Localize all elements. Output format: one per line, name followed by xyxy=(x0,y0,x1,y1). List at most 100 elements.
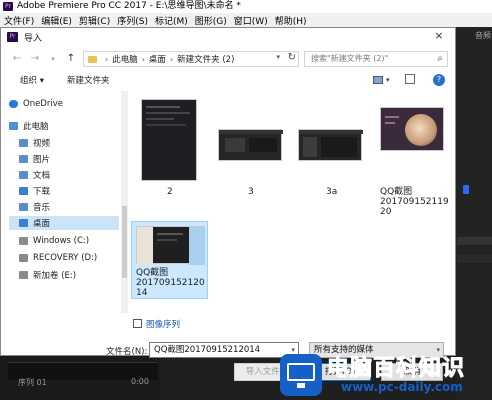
filename-field[interactable]: QQ截图20170915212014 ▾ xyxy=(149,342,299,358)
file-item[interactable]: QQ截图 201709152119 20 xyxy=(380,99,449,219)
file-item[interactable]: 3a xyxy=(298,99,364,199)
dialog-titlebar: Pr 导入 xyxy=(7,31,43,44)
menu-window[interactable]: 窗口(W) xyxy=(234,14,268,27)
file-name-line: QQ截图 xyxy=(136,268,169,278)
sidebar-item-desktop[interactable]: 桌面 xyxy=(9,216,119,230)
chevron-right-icon[interactable]: › xyxy=(105,55,108,64)
file-thumbnail xyxy=(136,226,205,265)
file-name-line: QQ截图 xyxy=(380,187,413,197)
navigation-bar: ← → ▾ ↑ › 此电脑 › 桌面 › 新建文件夹 (2) ▾ ↻ 搜索"新建… xyxy=(1,48,457,70)
preview-pane-icon[interactable] xyxy=(405,74,415,84)
folder-icon xyxy=(88,55,97,63)
sidebar-item-label: 文档 xyxy=(33,171,51,181)
refresh-icon[interactable]: ↻ xyxy=(288,52,296,63)
sidebar-item-label: OneDrive xyxy=(23,99,63,109)
chevron-down-icon[interactable]: ▾ xyxy=(276,53,280,61)
playhead-marker[interactable] xyxy=(463,185,469,194)
sidebar-item-label: 音乐 xyxy=(33,203,51,213)
drive-icon xyxy=(19,271,28,279)
sidebar-item-drive-e[interactable]: 新加卷 (E:) xyxy=(9,268,119,282)
search-icon[interactable]: ⌕ xyxy=(437,52,443,66)
filename-label: 文件名(N): xyxy=(106,347,148,357)
file-name-line: 201709152119 xyxy=(380,197,449,207)
dialog-title: 导入 xyxy=(24,33,43,44)
import-dialog: Pr 导入 × ← → ▾ ↑ › 此电脑 › 桌面 › 新建文件夹 (2) ▾… xyxy=(0,27,457,381)
timeline-track xyxy=(457,255,492,263)
image-sequence-label[interactable]: 图像序列 xyxy=(146,318,180,330)
audio-panel-label[interactable]: 音频 xyxy=(475,30,491,41)
sidebar-item-drive-d[interactable]: RECOVERY (D:) xyxy=(9,251,119,265)
organize-button[interactable]: 组织 ▾ xyxy=(20,74,44,86)
new-folder-button[interactable]: 新建文件夹 xyxy=(67,74,110,86)
file-item[interactable]: 3 xyxy=(218,99,284,199)
sidebar-item-documents[interactable]: 文档 xyxy=(9,168,119,182)
file-thumbnail xyxy=(380,107,444,151)
premiere-logo-icon: Pr xyxy=(7,32,18,42)
watermark-title: 电脑百科知识 xyxy=(326,355,466,381)
file-item[interactable]: 2 xyxy=(141,99,199,199)
premiere-titlebar: Pr Adobe Premiere Pro CC 2017 - E:\思维导图\… xyxy=(0,0,492,13)
sidebar-item-label: Windows (C:) xyxy=(33,236,90,246)
download-folder-icon xyxy=(19,187,28,195)
breadcrumb-this-pc[interactable]: 此电脑 xyxy=(112,53,138,65)
menu-file[interactable]: 文件(F) xyxy=(4,14,34,27)
breadcrumb-desktop[interactable]: 桌面 xyxy=(149,53,166,65)
monitor-logo-icon xyxy=(280,354,322,396)
sidebar-item-videos[interactable]: 视频 xyxy=(9,136,119,150)
view-options-button[interactable]: ▾ xyxy=(373,74,395,86)
file-thumbnail xyxy=(298,129,363,161)
sidebar-item-drive-c[interactable]: Windows (C:) xyxy=(9,234,119,248)
sidebar-item-this-pc[interactable]: 此电脑 xyxy=(9,119,119,133)
watermark: 电脑百科知识 www.pc-daily.com xyxy=(280,350,492,400)
music-folder-icon xyxy=(19,203,28,211)
sidebar-item-label: 新加卷 (E:) xyxy=(33,271,77,281)
close-icon[interactable]: × xyxy=(433,30,445,42)
chevron-right-icon[interactable]: › xyxy=(170,55,173,64)
video-folder-icon xyxy=(19,139,28,147)
chevron-down-icon[interactable]: ▾ xyxy=(386,76,390,84)
sidebar-item-pictures[interactable]: 图片 xyxy=(9,152,119,166)
window-title: Adobe Premiere Pro CC 2017 - E:\思维导图\未命名… xyxy=(17,1,241,11)
back-arrow-icon[interactable]: ← xyxy=(11,52,23,66)
timeline-track xyxy=(457,237,492,245)
sidebar-item-label: 下载 xyxy=(33,187,51,197)
file-thumbnail xyxy=(141,99,197,181)
document-folder-icon xyxy=(19,171,28,179)
sidebar-scrollbar[interactable] xyxy=(121,91,128,313)
menu-help[interactable]: 帮助(H) xyxy=(275,14,307,27)
file-name: 3a xyxy=(326,187,338,197)
help-icon[interactable]: ? xyxy=(433,74,445,86)
file-name-line: 201709152120 xyxy=(136,278,205,288)
menu-clip[interactable]: 剪辑(C) xyxy=(79,14,110,27)
menu-graphics[interactable]: 图形(G) xyxy=(195,14,227,27)
desktop-folder-icon xyxy=(19,219,28,227)
navigation-pane: OneDrive 此电脑 视频 图片 文档 下载 音乐 桌面 Windows (… xyxy=(9,91,121,313)
menu-marker[interactable]: 标记(M) xyxy=(155,14,188,27)
file-item-selected[interactable]: QQ截图 201709152120 14 xyxy=(131,221,208,299)
sidebar-item-music[interactable]: 音乐 xyxy=(9,200,119,214)
sidebar-item-label: 视频 xyxy=(33,139,51,149)
breadcrumb-folder[interactable]: 新建文件夹 (2) xyxy=(177,53,234,65)
recent-dropdown-icon[interactable]: ▾ xyxy=(47,52,59,66)
file-name-line: 20 xyxy=(380,207,392,217)
scrollbar-thumb[interactable] xyxy=(122,206,127,278)
address-bar[interactable]: › 此电脑 › 桌面 › 新建文件夹 (2) ▾ ↻ xyxy=(83,51,299,67)
sidebar-item-label: 图片 xyxy=(33,155,51,165)
up-arrow-icon[interactable]: ↑ xyxy=(65,52,77,66)
file-thumbnail xyxy=(218,129,283,161)
chevron-right-icon[interactable]: › xyxy=(142,55,145,64)
menu-sequence[interactable]: 序列(S) xyxy=(117,14,148,27)
forward-arrow-icon[interactable]: → xyxy=(29,52,41,66)
menu-edit[interactable]: 编辑(E) xyxy=(41,14,72,27)
view-icon xyxy=(373,76,383,84)
picture-folder-icon xyxy=(19,155,28,163)
drive-icon xyxy=(19,254,28,262)
image-sequence-checkbox[interactable] xyxy=(133,319,142,328)
search-input[interactable]: 搜索"新建文件夹 (2)" ⌕ xyxy=(304,51,448,67)
premiere-right-panel xyxy=(456,27,492,400)
sidebar-item-downloads[interactable]: 下载 xyxy=(9,184,119,198)
sidebar-item-onedrive[interactable]: OneDrive xyxy=(9,97,119,111)
sequence-duration: 0:00 xyxy=(131,377,149,386)
sidebar-item-label: 此电脑 xyxy=(23,122,49,132)
watermark-url: www.pc-daily.com xyxy=(341,379,463,394)
